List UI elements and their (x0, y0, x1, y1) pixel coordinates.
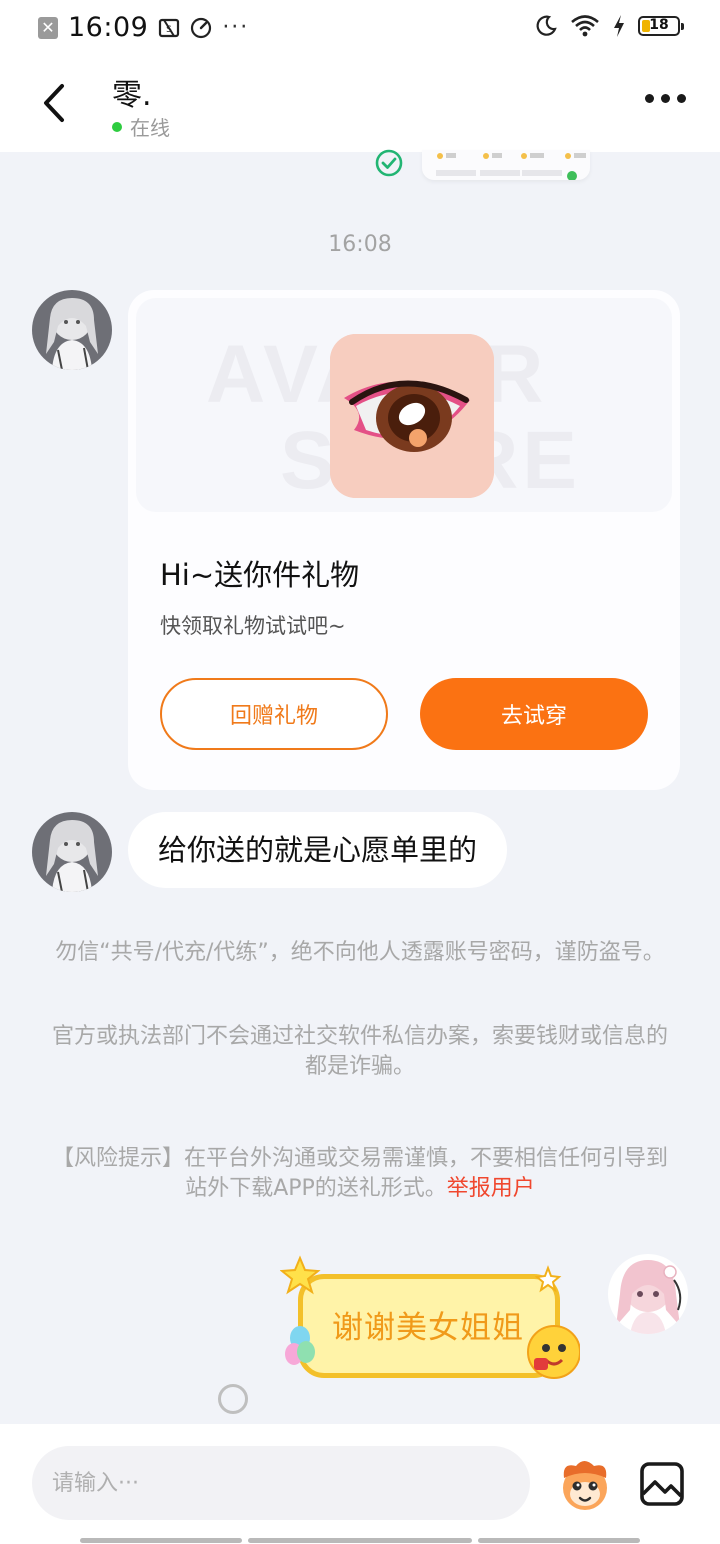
navigation-indicator (80, 1538, 242, 1543)
online-dot-icon (112, 121, 122, 132)
loading-indicator (218, 1384, 248, 1414)
svg-text:S: S (166, 25, 172, 35)
image-picker-icon[interactable] (638, 1460, 686, 1508)
screenshot-icon: S (159, 18, 180, 37)
contact-name: 零. (112, 78, 152, 113)
speedometer-icon (191, 17, 212, 38)
gift-title: Hi~送你件礼物 (160, 558, 360, 592)
security-notice: 勿信“共号/代充/代练”，绝不向他人透露账号密码，谨防盗号。 (55, 940, 665, 965)
more-options-button[interactable] (645, 94, 686, 103)
battery-icon: 18 (638, 16, 684, 36)
status-time: 16:09 (68, 12, 149, 43)
return-gift-button[interactable]: 回赠礼物 (160, 678, 388, 750)
more-dot (677, 94, 686, 103)
gift-card[interactable]: AVATAR STORE Hi~送你件礼物 快领取礼物试试吧~ 回赠礼物 去试穿 (128, 290, 680, 790)
more-dot (645, 94, 654, 103)
message-composer (0, 1424, 720, 1544)
status-more: ··· (222, 15, 250, 40)
read-check-icon (375, 149, 403, 177)
try-on-button[interactable]: 去试穿 (420, 678, 648, 750)
online-status-label: 在线 (130, 116, 170, 140)
fraud-notice: 官方或执法部门不会通过社交软件私信办案，索要钱财或信息的都是诈骗。 (51, 1024, 668, 1079)
previous-message-card[interactable] (422, 150, 590, 181)
navigation-indicator (248, 1538, 472, 1543)
more-dot (661, 94, 670, 103)
gift-preview: AVATAR STORE (136, 298, 672, 512)
navigation-indicator (478, 1538, 640, 1543)
moon-icon (536, 15, 557, 36)
risk-notice: 【风险提示】在平台外沟通或交易需谨慎，不要相信任何引导到站外下载APP的送礼形式… (50, 1144, 670, 1204)
sent-sticker[interactable]: 谢谢美女姐姐 (280, 1254, 580, 1394)
sticker-text: 谢谢美女姐姐 (332, 1310, 524, 1346)
battery-percent: 18 (649, 17, 669, 33)
status-bar: ✕ 16:09 S ··· 18 (0, 0, 720, 56)
online-status: 在线 (112, 112, 170, 141)
incoming-message-bubble[interactable]: 给你送的就是心愿单里的 (128, 812, 508, 888)
gift-item-eye-image (330, 334, 494, 498)
wifi-icon (571, 15, 599, 37)
message-input[interactable] (32, 1446, 530, 1520)
notification-x-icon: ✕ (38, 16, 58, 39)
previous-card-preview (436, 153, 586, 181)
report-user-link[interactable]: 举报用户 (447, 1176, 535, 1201)
gift-subtitle: 快领取礼物试试吧~ (160, 614, 346, 638)
my-avatar[interactable] (608, 1254, 688, 1334)
chat-header: 零. 在线 (0, 56, 720, 152)
risk-notice-text: 【风险提示】在平台外沟通或交易需谨慎，不要相信任何引导到站外下载APP的送礼形式… (51, 1146, 668, 1201)
emoji-sticker-icon[interactable] (554, 1454, 616, 1516)
charging-bolt-icon (614, 15, 624, 37)
contact-avatar[interactable] (32, 290, 112, 370)
message-timestamp: 16:08 (328, 232, 392, 257)
contact-avatar[interactable] (32, 812, 112, 892)
back-arrow-icon[interactable] (36, 80, 76, 126)
